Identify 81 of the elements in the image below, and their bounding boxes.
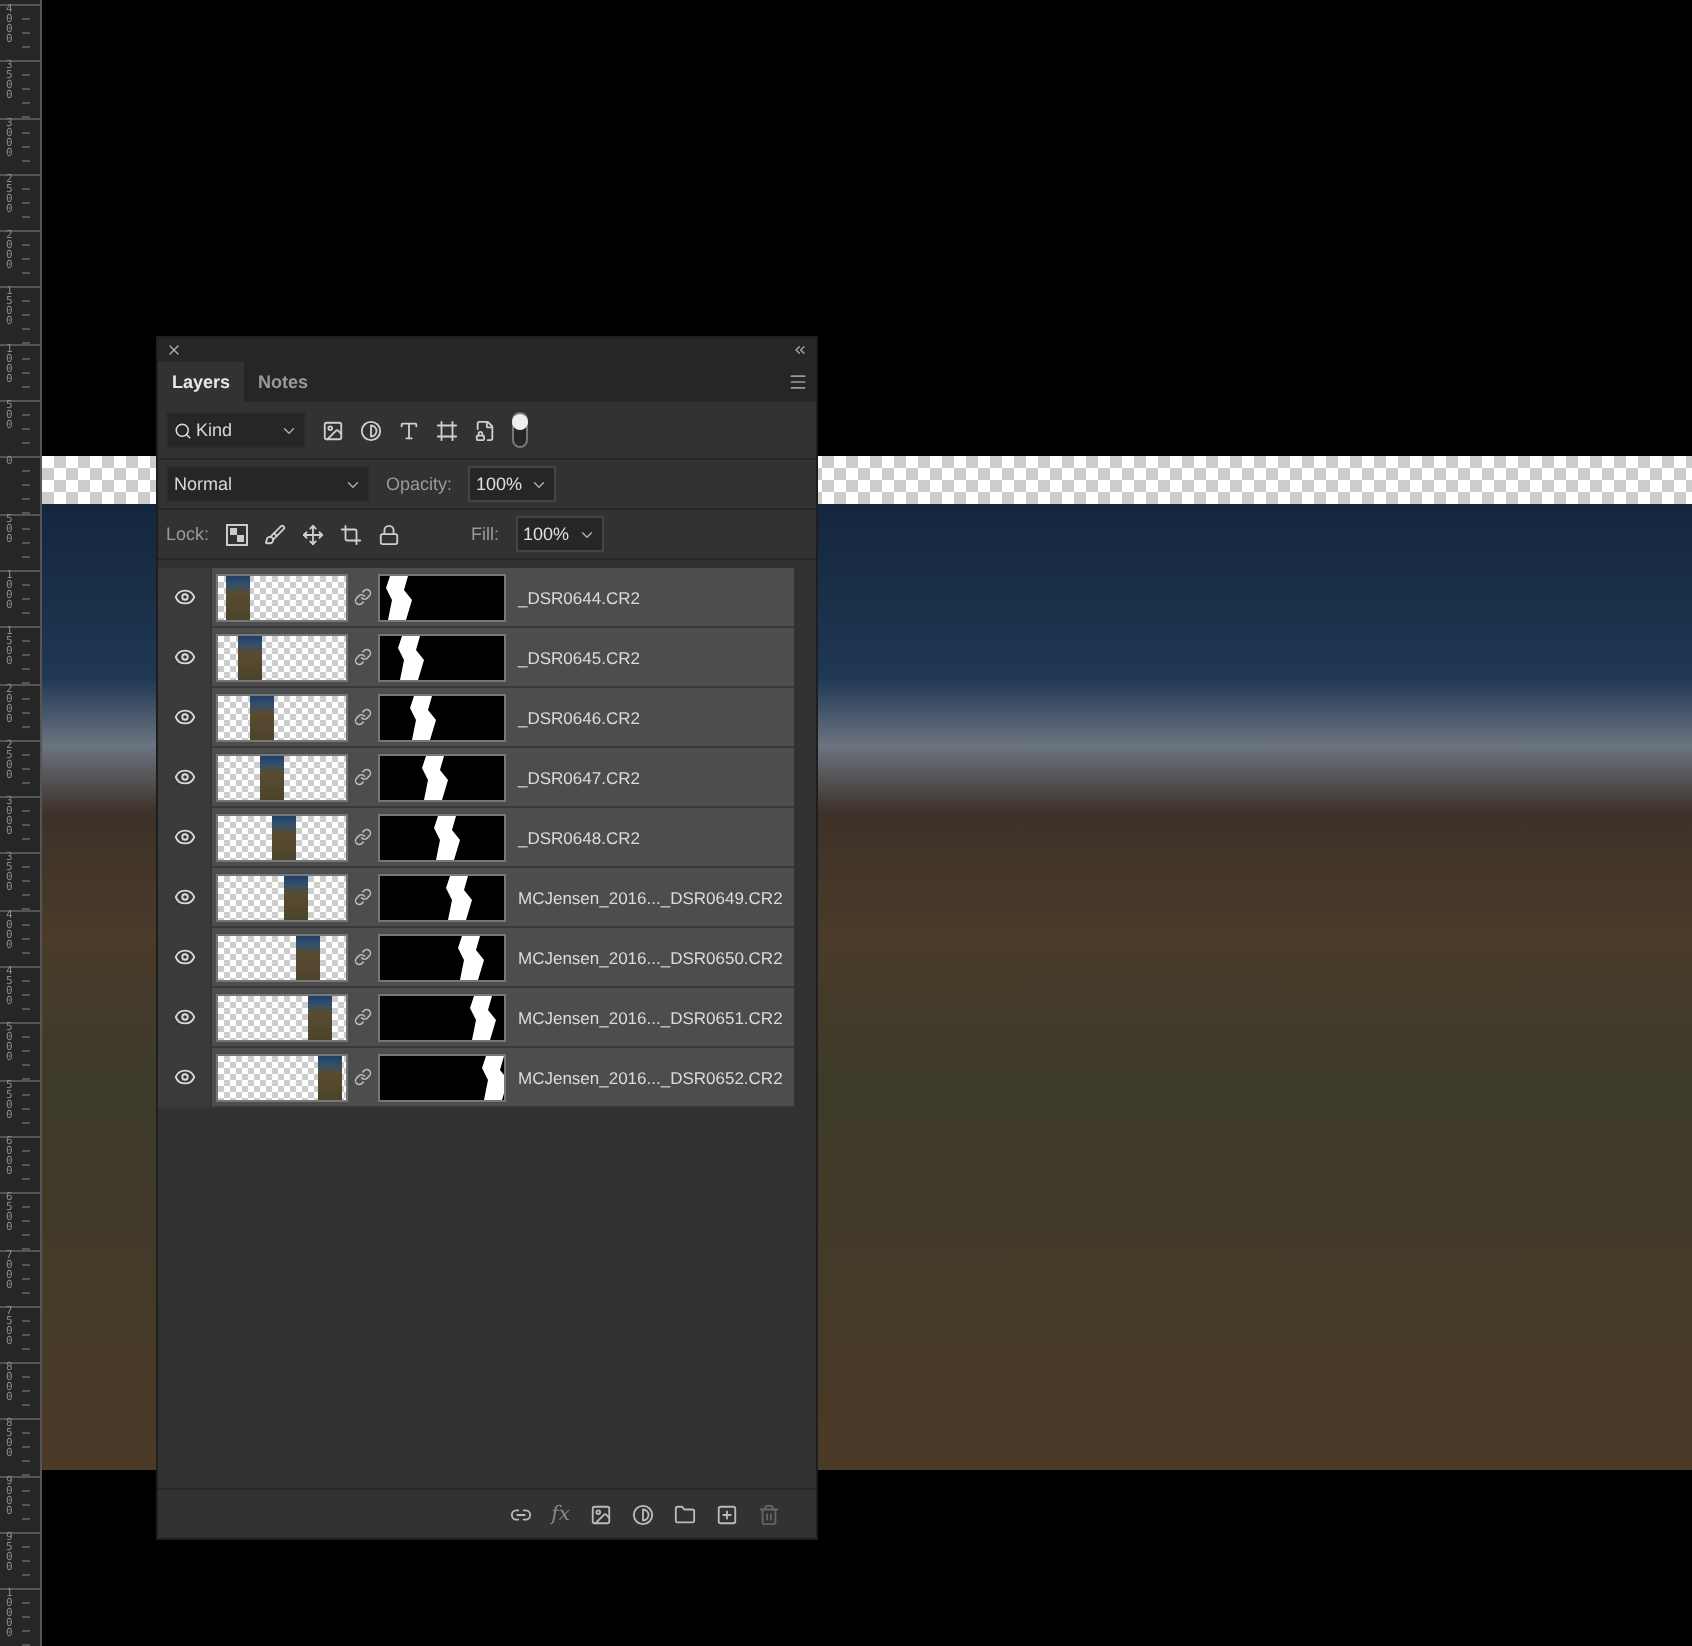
layer-row[interactable]: _DSR0648.CR2	[158, 808, 794, 868]
layer-thumbnail	[216, 873, 348, 921]
mask-thumbnail	[378, 693, 506, 741]
layer-row[interactable]: _DSR0647.CR2	[158, 748, 794, 808]
layer-name: _DSR0648.CR2	[518, 827, 640, 847]
layer-thumbnail	[216, 933, 348, 981]
opacity-label: Opacity:	[386, 474, 453, 494]
eye-icon[interactable]	[173, 1066, 195, 1088]
mask-thumbnail	[378, 873, 506, 921]
half-circle-icon[interactable]	[632, 1503, 654, 1525]
layer-row[interactable]: _DSR0646.CR2	[158, 688, 794, 748]
link-icon[interactable]	[354, 768, 372, 786]
layer-row[interactable]: MCJensen_2016..._DSR0650.CR2	[158, 928, 794, 988]
fill-field[interactable]: 100%	[515, 516, 604, 552]
layer-row[interactable]: MCJensen_2016..._DSR0649.CR2	[158, 868, 794, 928]
layer-name: MCJensen_2016..._DSR0650.CR2	[518, 947, 783, 967]
mask-thumbnail	[378, 933, 506, 981]
type-icon[interactable]	[398, 419, 420, 441]
layer-name: _DSR0644.CR2	[518, 587, 640, 607]
eye-icon[interactable]	[173, 706, 195, 728]
move-icon[interactable]	[301, 523, 324, 545]
menu-icon[interactable]	[788, 372, 808, 392]
panel-tab[interactable]: Layers	[158, 362, 245, 402]
filter-dropdown[interactable]: Kind	[166, 412, 306, 448]
layer-row[interactable]: _DSR0644.CR2	[158, 568, 794, 628]
link-icon[interactable]	[354, 588, 372, 606]
layer-name: MCJensen_2016..._DSR0652.CR2	[518, 1067, 783, 1087]
mask-thumbnail	[378, 993, 506, 1041]
half-circle-icon[interactable]	[360, 419, 382, 441]
layer-name: _DSR0647.CR2	[518, 767, 640, 787]
brush-icon[interactable]	[263, 523, 286, 545]
link-icon[interactable]	[354, 1008, 372, 1026]
eye-icon[interactable]	[173, 1006, 195, 1028]
close-icon[interactable]	[166, 342, 182, 358]
mask-thumbnail	[378, 1053, 506, 1101]
opacity-field[interactable]: 100%	[468, 466, 557, 502]
link-icon[interactable]	[354, 708, 372, 726]
link-icon[interactable]	[354, 948, 372, 966]
fx-icon[interactable]: fx	[551, 1503, 570, 1525]
layer-thumbnail	[216, 813, 348, 861]
eye-icon[interactable]	[173, 766, 195, 788]
layer-name: _DSR0646.CR2	[518, 707, 640, 727]
eye-icon[interactable]	[173, 946, 195, 968]
image-icon[interactable]	[322, 419, 344, 441]
checkerboard-icon[interactable]	[225, 523, 248, 545]
eye-icon[interactable]	[173, 826, 195, 848]
search-icon	[174, 421, 192, 439]
mask-thumbnail	[378, 813, 506, 861]
crop-icon[interactable]	[339, 523, 362, 545]
layer-thumbnail	[216, 693, 348, 741]
document-lock-icon[interactable]	[474, 419, 496, 441]
filter-toggle[interactable]	[512, 412, 528, 448]
layer-thumbnail	[216, 633, 348, 681]
link-icon[interactable]	[354, 888, 372, 906]
lock-label: Lock:	[166, 524, 210, 544]
folder-icon[interactable]	[674, 1503, 696, 1525]
layer-thumbnail	[216, 1053, 348, 1101]
mask-thumbnail	[378, 573, 506, 621]
frame-icon[interactable]	[436, 419, 458, 441]
layer-row[interactable]: MCJensen_2016..._DSR0652.CR2	[158, 1048, 794, 1108]
layer-thumbnail	[216, 753, 348, 801]
lock-icon[interactable]	[377, 523, 400, 545]
mask-thumbnail	[378, 753, 506, 801]
layer-thumbnail	[216, 993, 348, 1041]
mask-thumbnail	[378, 633, 506, 681]
layer-row[interactable]: _DSR0645.CR2	[158, 628, 794, 688]
collapse-icon[interactable]	[792, 342, 808, 358]
eye-icon[interactable]	[173, 586, 195, 608]
blend-mode-dropdown[interactable]: Normal	[166, 466, 370, 502]
eye-icon[interactable]	[173, 646, 195, 668]
link-icon[interactable]	[354, 1068, 372, 1086]
layer-name: MCJensen_2016..._DSR0651.CR2	[518, 1007, 783, 1027]
add-icon[interactable]	[716, 1503, 738, 1525]
layer-name: _DSR0645.CR2	[518, 647, 640, 667]
link-icon[interactable]	[354, 648, 372, 666]
fill-label: Fill:	[471, 524, 500, 544]
eye-icon[interactable]	[173, 886, 195, 908]
layer-thumbnail	[216, 573, 348, 621]
layer-name: MCJensen_2016..._DSR0649.CR2	[518, 887, 783, 907]
layer-row[interactable]: MCJensen_2016..._DSR0651.CR2	[158, 988, 794, 1048]
link-icon[interactable]	[354, 828, 372, 846]
